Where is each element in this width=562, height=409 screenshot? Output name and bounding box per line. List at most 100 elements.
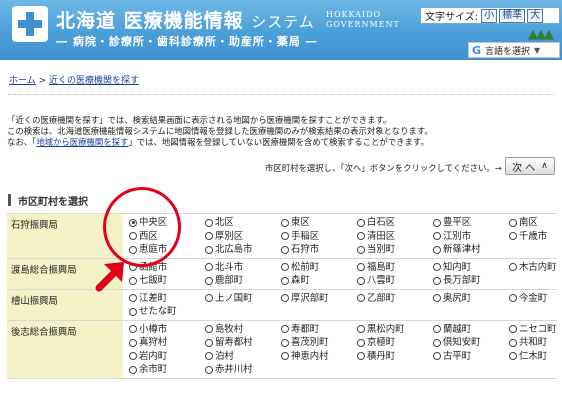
municipality-radio[interactable]: 南区 [509,216,557,230]
radio-button-icon[interactable] [205,365,213,374]
municipality-radio[interactable]: 京極町 [357,336,433,350]
radio-button-icon[interactable] [205,218,213,227]
municipality-radio[interactable]: 松前町 [281,261,357,275]
municipality-radio[interactable]: 八雲町 [357,274,433,288]
municipality-radio[interactable]: 江別市 [433,230,509,244]
radio-button-icon[interactable] [433,218,441,227]
radio-button-icon[interactable] [205,338,213,347]
municipality-radio[interactable]: 奥尻町 [433,292,509,306]
radio-button-icon[interactable] [205,232,213,241]
municipality-radio[interactable]: 北広島市 [205,243,281,257]
municipality-radio[interactable]: 石狩市 [281,243,357,257]
municipality-radio[interactable]: 今金町 [509,292,557,306]
site-title[interactable]: 北海道 医療機能情報 システム [56,6,315,33]
radio-button-icon[interactable] [281,276,289,285]
radio-button-icon[interactable] [205,276,213,285]
municipality-radio[interactable]: 真狩村 [129,336,205,350]
municipality-radio[interactable]: 厚沢部町 [281,292,357,306]
radio-button-icon[interactable] [281,232,289,241]
municipality-radio[interactable]: 積丹町 [357,350,433,364]
area-search-link[interactable]: 地域から医療機関を探す [36,137,128,147]
municipality-radio[interactable]: 白石区 [357,216,433,230]
municipality-radio[interactable]: 福島町 [357,261,433,275]
municipality-radio[interactable]: 豊平区 [433,216,509,230]
municipality-radio[interactable]: 長万部町 [433,274,509,288]
radio-button-icon[interactable] [205,294,213,303]
radio-button-icon[interactable] [433,352,441,361]
municipality-radio[interactable]: 蘭越町 [433,323,509,337]
municipality-radio[interactable]: 厚別区 [205,230,281,244]
municipality-radio[interactable]: 共和町 [509,336,557,350]
radio-button-icon[interactable] [509,294,517,303]
breadcrumb-home-link[interactable]: ホーム [9,76,36,86]
radio-button-icon[interactable] [509,263,517,272]
municipality-radio[interactable]: 上ノ国町 [205,292,281,306]
font-size-large-button[interactable]: 大 [527,8,544,23]
municipality-radio[interactable]: 島牧村 [205,323,281,337]
radio-button-icon[interactable] [129,352,137,361]
radio-button-icon[interactable] [281,325,289,334]
font-size-small-button[interactable]: 小 [481,8,498,23]
municipality-radio[interactable]: 千歳市 [509,230,557,244]
language-select[interactable]: G 言語を選択 ▼ [468,42,560,58]
municipality-radio[interactable]: 江差町 [129,292,205,306]
radio-button-icon[interactable] [281,352,289,361]
municipality-radio[interactable]: 岩内町 [129,350,205,364]
breadcrumb-current-link[interactable]: 近くの医療機関を探す [49,76,139,86]
municipality-radio[interactable]: 泊村 [205,350,281,364]
radio-button-icon[interactable] [357,325,365,334]
municipality-radio[interactable]: 知内町 [433,261,509,275]
radio-button-icon[interactable] [357,294,365,303]
radio-button-icon[interactable] [357,263,365,272]
radio-button-icon[interactable] [433,294,441,303]
municipality-radio[interactable]: 余市町 [129,363,205,377]
municipality-radio[interactable]: 七飯町 [129,274,205,288]
radio-button-icon[interactable] [281,294,289,303]
radio-button-icon[interactable] [357,338,365,347]
next-button[interactable]: 次 へ ∧ [505,157,555,175]
radio-button-icon[interactable] [357,352,365,361]
radio-button-icon[interactable] [433,338,441,347]
radio-button-icon[interactable] [433,245,441,254]
radio-button-icon[interactable] [129,338,137,347]
municipality-radio[interactable]: 留寿都村 [205,336,281,350]
municipality-radio[interactable]: 森町 [281,274,357,288]
radio-button-icon[interactable] [205,325,213,334]
radio-button-icon[interactable] [281,263,289,272]
municipality-radio[interactable]: 倶知安町 [433,336,509,350]
radio-button-icon[interactable] [509,338,517,347]
municipality-radio[interactable]: 北斗市 [205,261,281,275]
municipality-radio[interactable]: 神恵内村 [281,350,357,364]
radio-button-icon[interactable] [357,218,365,227]
municipality-radio[interactable]: 新篠津村 [433,243,509,257]
municipality-radio[interactable]: 赤井川村 [205,363,281,377]
radio-button-icon[interactable] [129,325,137,334]
radio-button-icon[interactable] [205,263,213,272]
radio-button-icon[interactable] [509,218,517,227]
radio-button-icon[interactable] [357,276,365,285]
municipality-radio[interactable]: 清田区 [357,230,433,244]
radio-button-icon[interactable] [433,263,441,272]
radio-button-icon[interactable] [129,276,137,285]
radio-button-icon[interactable] [281,245,289,254]
municipality-radio[interactable]: 喜茂別町 [281,336,357,350]
municipality-radio[interactable]: 東区 [281,216,357,230]
radio-button-icon[interactable] [129,307,137,316]
municipality-radio[interactable]: 小樽市 [129,323,205,337]
radio-button-icon[interactable] [281,338,289,347]
radio-button-icon[interactable] [433,325,441,334]
municipality-radio[interactable]: 仁木町 [509,350,557,364]
radio-button-icon[interactable] [509,232,517,241]
radio-button-icon[interactable] [509,352,517,361]
municipality-radio[interactable]: 寿都町 [281,323,357,337]
radio-button-icon[interactable] [129,294,137,303]
municipality-radio[interactable]: 鹿部町 [205,274,281,288]
radio-button-icon[interactable] [205,245,213,254]
radio-button-icon[interactable] [357,245,365,254]
municipality-radio[interactable]: 乙部町 [357,292,433,306]
municipality-radio[interactable]: 木古内町 [509,261,557,275]
municipality-radio[interactable]: 手稲区 [281,230,357,244]
radio-button-icon[interactable] [433,232,441,241]
municipality-radio[interactable]: せたな町 [129,305,205,319]
municipality-radio[interactable]: 北区 [205,216,281,230]
